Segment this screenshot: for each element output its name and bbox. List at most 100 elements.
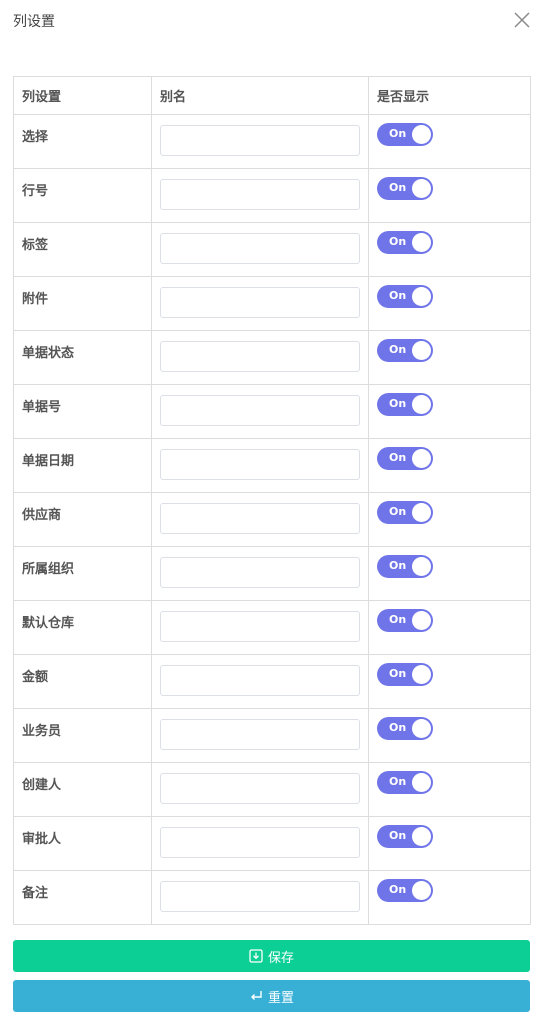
alias-input[interactable] xyxy=(160,881,360,912)
visibility-toggle[interactable]: On xyxy=(377,123,433,146)
toggle-label: On xyxy=(389,181,407,194)
dialog-title: 列设置 xyxy=(13,14,55,30)
alias-input[interactable] xyxy=(160,449,360,480)
alias-cell xyxy=(151,276,369,331)
visibility-toggle[interactable]: On xyxy=(377,555,433,578)
visibility-toggle[interactable]: On xyxy=(377,447,433,470)
alias-input[interactable] xyxy=(160,179,360,210)
table-row: 选择 On xyxy=(13,114,531,169)
toggle-label: On xyxy=(389,451,407,464)
table-row: 附件 On xyxy=(13,276,531,331)
alias-cell xyxy=(151,492,369,547)
dialog-header: 列设置 xyxy=(0,0,538,40)
table-row: 单据状态 On xyxy=(13,330,531,385)
alias-input[interactable] xyxy=(160,125,360,156)
header-visible: 是否显示 xyxy=(368,76,531,115)
visible-cell: On xyxy=(368,816,531,871)
alias-cell xyxy=(151,168,369,223)
column-name: 备注 xyxy=(13,870,152,925)
column-name: 单据状态 xyxy=(13,330,152,385)
toggle-knob xyxy=(412,557,431,576)
visibility-toggle[interactable]: On xyxy=(377,231,433,254)
toggle-knob xyxy=(412,881,431,900)
visible-cell: On xyxy=(368,870,531,925)
visibility-toggle[interactable]: On xyxy=(377,663,433,686)
toggle-label: On xyxy=(389,667,407,680)
alias-input[interactable] xyxy=(160,557,360,588)
visibility-toggle[interactable]: On xyxy=(377,771,433,794)
alias-input[interactable] xyxy=(160,503,360,534)
close-icon[interactable] xyxy=(512,10,532,30)
toggle-knob xyxy=(412,287,431,306)
visible-cell: On xyxy=(368,546,531,601)
visibility-toggle[interactable]: On xyxy=(377,339,433,362)
visibility-toggle[interactable]: On xyxy=(377,609,433,632)
table-row: 行号 On xyxy=(13,168,531,223)
header-alias: 别名 xyxy=(151,76,369,115)
column-name: 业务员 xyxy=(13,708,152,763)
alias-input[interactable] xyxy=(160,287,360,318)
alias-input[interactable] xyxy=(160,773,360,804)
visible-cell: On xyxy=(368,654,531,709)
alias-cell xyxy=(151,762,369,817)
table-row: 创建人 On xyxy=(13,762,531,817)
visibility-toggle[interactable]: On xyxy=(377,825,433,848)
toggle-knob xyxy=(412,179,431,198)
visible-cell: On xyxy=(368,762,531,817)
alias-input[interactable] xyxy=(160,719,360,750)
column-name: 所属组织 xyxy=(13,546,152,601)
column-name: 标签 xyxy=(13,222,152,277)
alias-input[interactable] xyxy=(160,341,360,372)
visible-cell: On xyxy=(368,438,531,493)
alias-cell xyxy=(151,816,369,871)
toggle-label: On xyxy=(389,829,407,842)
save-button[interactable]: 保存 xyxy=(13,940,530,972)
column-name: 单据日期 xyxy=(13,438,152,493)
alias-input[interactable] xyxy=(160,233,360,264)
visible-cell: On xyxy=(368,492,531,547)
toggle-label: On xyxy=(389,289,407,302)
visible-cell: On xyxy=(368,708,531,763)
toggle-label: On xyxy=(389,127,407,140)
toggle-knob xyxy=(412,611,431,630)
toggle-knob xyxy=(412,395,431,414)
toggle-label: On xyxy=(389,343,407,356)
toggle-label: On xyxy=(389,775,407,788)
alias-input[interactable] xyxy=(160,395,360,426)
visible-cell: On xyxy=(368,330,531,385)
table-row: 单据日期 On xyxy=(13,438,531,493)
visible-cell: On xyxy=(368,384,531,439)
alias-cell xyxy=(151,870,369,925)
alias-input[interactable] xyxy=(160,665,360,696)
alias-cell xyxy=(151,654,369,709)
table-row: 标签 On xyxy=(13,222,531,277)
toggle-label: On xyxy=(389,505,407,518)
toggle-knob xyxy=(412,773,431,792)
alias-input[interactable] xyxy=(160,611,360,642)
visible-cell: On xyxy=(368,600,531,655)
visible-cell: On xyxy=(368,222,531,277)
table-row: 所属组织 On xyxy=(13,546,531,601)
column-name: 金额 xyxy=(13,654,152,709)
visibility-toggle[interactable]: On xyxy=(377,177,433,200)
table-row: 业务员 On xyxy=(13,708,531,763)
toggle-knob xyxy=(412,233,431,252)
table-row: 供应商 On xyxy=(13,492,531,547)
visibility-toggle[interactable]: On xyxy=(377,501,433,524)
visibility-toggle[interactable]: On xyxy=(377,717,433,740)
column-name: 选择 xyxy=(13,114,152,169)
save-button-label: 保存 xyxy=(267,950,294,966)
table-row: 单据号 On xyxy=(13,384,531,439)
save-icon xyxy=(249,949,263,963)
column-name: 默认仓库 xyxy=(13,600,152,655)
column-name: 创建人 xyxy=(13,762,152,817)
visibility-toggle[interactable]: On xyxy=(377,879,433,902)
visibility-toggle[interactable]: On xyxy=(377,393,433,416)
alias-input[interactable] xyxy=(160,827,360,858)
visibility-toggle[interactable]: On xyxy=(377,285,433,308)
column-name: 行号 xyxy=(13,168,152,223)
return-icon xyxy=(250,991,262,1000)
reset-button[interactable]: 重置 xyxy=(13,980,530,1012)
toggle-label: On xyxy=(389,883,407,896)
toggle-knob xyxy=(412,125,431,144)
